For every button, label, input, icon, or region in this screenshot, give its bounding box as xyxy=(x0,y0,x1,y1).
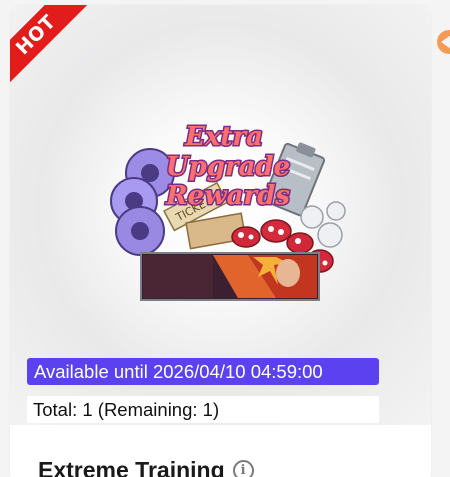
logo-line-2: Upgrade xyxy=(166,152,290,182)
availability-badge: Available until 2026/04/10 04:59:00 xyxy=(27,358,379,385)
hot-badge-label: HOT xyxy=(11,10,61,60)
logo-line-1: Extra xyxy=(184,122,263,152)
next-arrow-icon[interactable] xyxy=(437,30,450,54)
shop-page: TICKE Extra Upgrade Rewards HOT Availabl… xyxy=(0,0,450,477)
product-image-area: TICKE Extra Upgrade Rewards HOT Availabl… xyxy=(10,5,431,425)
info-circle-icon[interactable]: i xyxy=(232,460,254,477)
logo-line-3: Rewards xyxy=(165,181,290,211)
stock-label: Total: 1 (Remaining: 1) xyxy=(27,396,379,423)
product-title-row: Extreme Training i xyxy=(38,457,254,477)
extra-upgrade-rewards-image: TICKE Extra Upgrade Rewards xyxy=(110,121,346,301)
product-card[interactable]: TICKE Extra Upgrade Rewards HOT Availabl… xyxy=(10,5,431,477)
product-title: Extreme Training xyxy=(38,457,225,477)
hot-ribbon: HOT xyxy=(10,5,90,85)
